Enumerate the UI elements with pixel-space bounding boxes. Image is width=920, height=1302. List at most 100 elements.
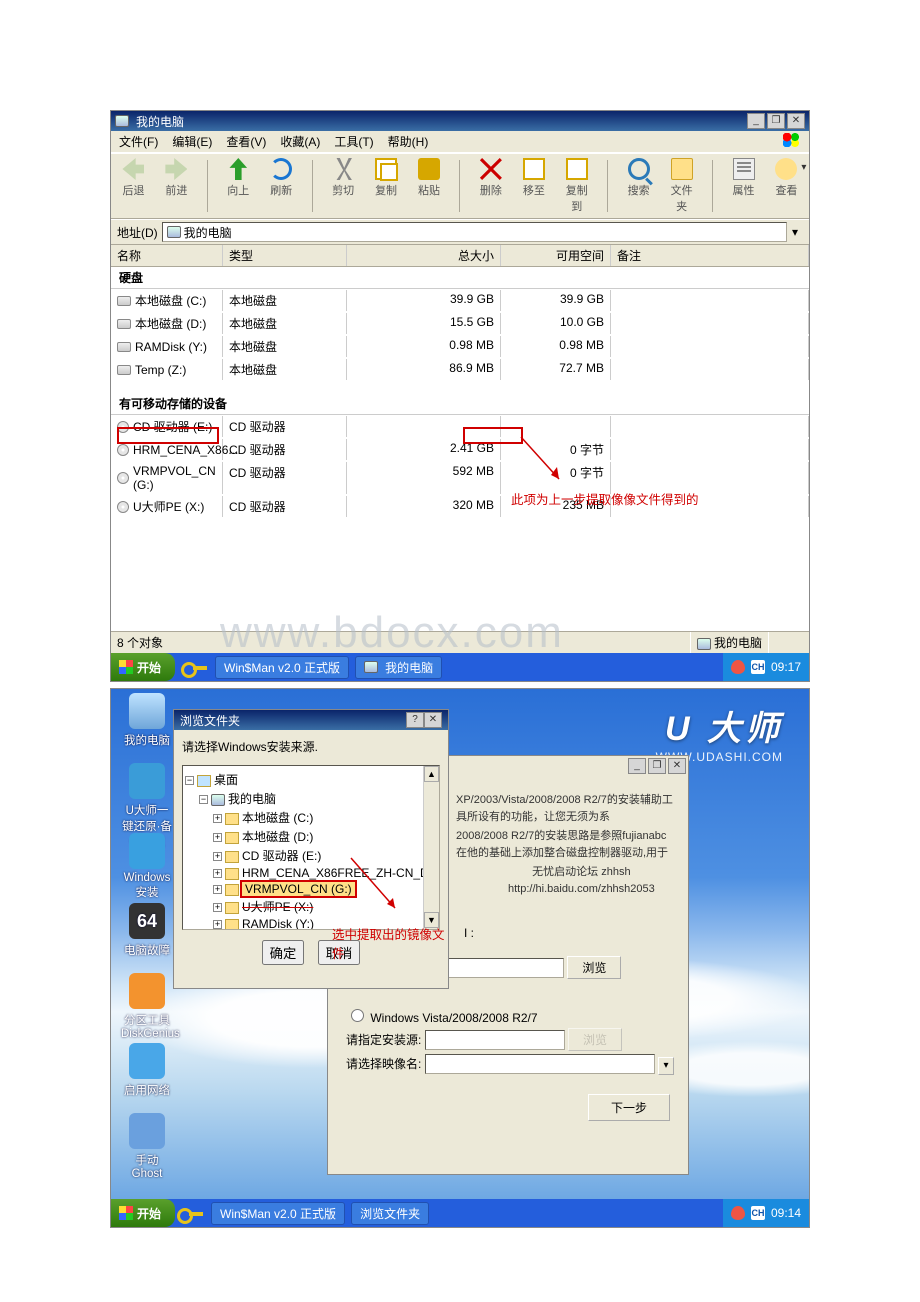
- brand-name: U 大师: [656, 701, 783, 750]
- cut-icon: [332, 158, 354, 180]
- tray-ime-icon[interactable]: CH: [751, 1206, 765, 1220]
- drive-row[interactable]: CD 驱动器 (E:)CD 驱动器: [111, 415, 809, 438]
- copyto-button[interactable]: 复制到: [562, 158, 591, 214]
- taskbar-app-winsman[interactable]: Win$Man v2.0 正式版: [215, 656, 349, 679]
- disk-icon: [117, 365, 131, 375]
- drive-row[interactable]: 本地磁盘 (C:)本地磁盘39.9 GB39.9 GB: [111, 289, 809, 312]
- annotation-arrow-icon: [351, 858, 411, 918]
- moveto-button[interactable]: 移至: [519, 158, 548, 214]
- close-button[interactable]: ✕: [787, 113, 805, 129]
- address-input[interactable]: 我的电脑: [162, 222, 787, 242]
- back-button[interactable]: 后退: [119, 158, 148, 214]
- taskbar-app-my-computer[interactable]: 我的电脑: [355, 656, 442, 679]
- scroll-up-icon[interactable]: ▲: [424, 766, 439, 782]
- col-free[interactable]: 可用空间: [501, 245, 611, 266]
- wizard-max-button[interactable]: ❐: [648, 758, 666, 774]
- tree-scrollbar[interactable]: ▲▼: [423, 766, 439, 929]
- key-icon: [181, 658, 209, 676]
- copyto-icon: [566, 158, 588, 180]
- cut-button[interactable]: 剪切: [329, 158, 358, 214]
- menu-edit[interactable]: 编辑(E): [172, 133, 212, 150]
- tray-ime-icon[interactable]: CH: [751, 660, 765, 674]
- my-computer-icon: [167, 226, 181, 238]
- minimize-button[interactable]: _: [747, 113, 765, 129]
- address-dropdown-button[interactable]: ▾: [787, 225, 803, 239]
- start-button[interactable]: 开始: [111, 653, 175, 681]
- address-label: 地址(D): [117, 224, 158, 241]
- col-size[interactable]: 总大小: [347, 245, 501, 266]
- image-select[interactable]: [425, 1054, 655, 1074]
- drive-row[interactable]: HRM_CENA_X86...CD 驱动器2.41 GB0 字节: [111, 438, 809, 461]
- browse-title: 浏览文件夹: [180, 712, 406, 729]
- desktop-icon[interactable]: 64电脑故障: [121, 903, 173, 958]
- taskbar-app-browse[interactable]: 浏览文件夹: [351, 1202, 429, 1225]
- screenshot-my-computer: 我的电脑 _ ❐ ✕ 文件(F) 编辑(E) 查看(V) 收藏(A) 工具(T)…: [110, 110, 810, 682]
- up-button[interactable]: 向上: [224, 158, 253, 214]
- menu-file[interactable]: 文件(F): [119, 133, 158, 150]
- paste-button[interactable]: 粘贴: [415, 158, 444, 214]
- image-dropdown-icon[interactable]: ▾: [658, 1057, 674, 1075]
- browse-button-2[interactable]: 浏览: [568, 1028, 622, 1051]
- menu-tools[interactable]: 工具(T): [334, 133, 373, 150]
- browse-close-button[interactable]: ✕: [424, 712, 442, 728]
- source-input-2[interactable]: [425, 1030, 565, 1050]
- ok-button[interactable]: 确定: [262, 940, 305, 965]
- next-button[interactable]: 下一步: [588, 1094, 670, 1121]
- tray-shield-icon[interactable]: [731, 660, 745, 674]
- drive-row[interactable]: U大师PE (X:)CD 驱动器320 MB235 MB: [111, 495, 809, 518]
- delete-button[interactable]: 删除: [476, 158, 505, 214]
- copy-button[interactable]: 复制: [372, 158, 401, 214]
- disk-icon: [117, 319, 131, 329]
- refresh-button[interactable]: 刷新: [267, 158, 296, 214]
- forward-button[interactable]: 前进: [162, 158, 191, 214]
- col-type[interactable]: 类型: [223, 245, 347, 266]
- refresh-icon: [270, 158, 292, 180]
- cd-icon: [117, 501, 129, 513]
- tray-shield-icon[interactable]: [731, 1206, 745, 1220]
- wizard-close-button[interactable]: ✕: [668, 758, 686, 774]
- tree-node[interactable]: +本地磁盘 (C:): [185, 808, 437, 827]
- group-removable: 有可移动存储的设备: [111, 393, 809, 415]
- desktop-icon[interactable]: 启用网络: [121, 1043, 173, 1098]
- col-note[interactable]: 备注: [611, 245, 809, 266]
- search-button[interactable]: 搜索: [624, 158, 653, 214]
- my-computer-icon: [211, 794, 225, 806]
- copy-icon: [375, 158, 397, 180]
- views-button[interactable]: 查看: [772, 158, 801, 214]
- start-flag-icon: [119, 660, 133, 674]
- browse-help-button[interactable]: ?: [406, 712, 424, 728]
- maximize-button[interactable]: ❐: [767, 113, 785, 129]
- menu-favorites[interactable]: 收藏(A): [280, 133, 320, 150]
- desktop-icon[interactable]: Windows安装: [121, 833, 173, 900]
- desktop-icon[interactable]: 手动Ghost: [121, 1113, 173, 1180]
- up-icon: [227, 158, 249, 180]
- status-left: 8 个对象: [111, 632, 691, 653]
- folders-button[interactable]: 文件夹: [667, 158, 696, 214]
- menu-view[interactable]: 查看(V): [226, 133, 266, 150]
- desktop-icon[interactable]: 我的电脑: [121, 693, 173, 748]
- system-tray: CH 09:17: [723, 653, 809, 681]
- menu-help[interactable]: 帮助(H): [388, 133, 429, 150]
- drive-icon: [225, 813, 239, 825]
- tree-node[interactable]: +本地磁盘 (D:): [185, 827, 437, 846]
- window-titlebar: 我的电脑 _ ❐ ✕: [111, 111, 809, 131]
- src-label: 请指定安装源:: [346, 1033, 421, 1047]
- drive-row[interactable]: Temp (Z:)本地磁盘86.9 MB72.7 MB: [111, 358, 809, 381]
- properties-button[interactable]: 属性: [729, 158, 758, 214]
- wizard-help-1: XP/2003/Vista/2008/2008 R2/7的安装辅助工具所设有的功…: [456, 792, 676, 825]
- taskbar-app-winsman[interactable]: Win$Man v2.0 正式版: [211, 1202, 345, 1225]
- key-icon: [177, 1204, 205, 1222]
- drive-row[interactable]: VRMPVOL_CN (G:)CD 驱动器592 MB0 字节: [111, 461, 809, 495]
- col-name[interactable]: 名称: [111, 245, 223, 266]
- folder-tree[interactable]: −桌面 −我的电脑 +本地磁盘 (C:)+本地磁盘 (D:)+CD 驱动器 (E…: [182, 765, 440, 930]
- screenshot-installer: U 大师 WWW.UDASHI.COM 我的电脑U大师一键还原·备份系统Wind…: [110, 688, 810, 1228]
- browse-annotation: 选中提取出的镜像文件: [332, 924, 448, 962]
- cd-icon: [117, 421, 129, 433]
- wizard-min-button[interactable]: _: [628, 758, 646, 774]
- start-button[interactable]: 开始: [111, 1199, 175, 1227]
- radio-vista7[interactable]: [351, 1009, 364, 1022]
- browse-button-1[interactable]: 浏览: [567, 956, 621, 979]
- drive-row[interactable]: RAMDisk (Y:)本地磁盘0.98 MB0.98 MB: [111, 335, 809, 358]
- desktop-icon[interactable]: 分区工具 DiskGenius: [121, 973, 173, 1040]
- drive-row[interactable]: 本地磁盘 (D:)本地磁盘15.5 GB10.0 GB: [111, 312, 809, 335]
